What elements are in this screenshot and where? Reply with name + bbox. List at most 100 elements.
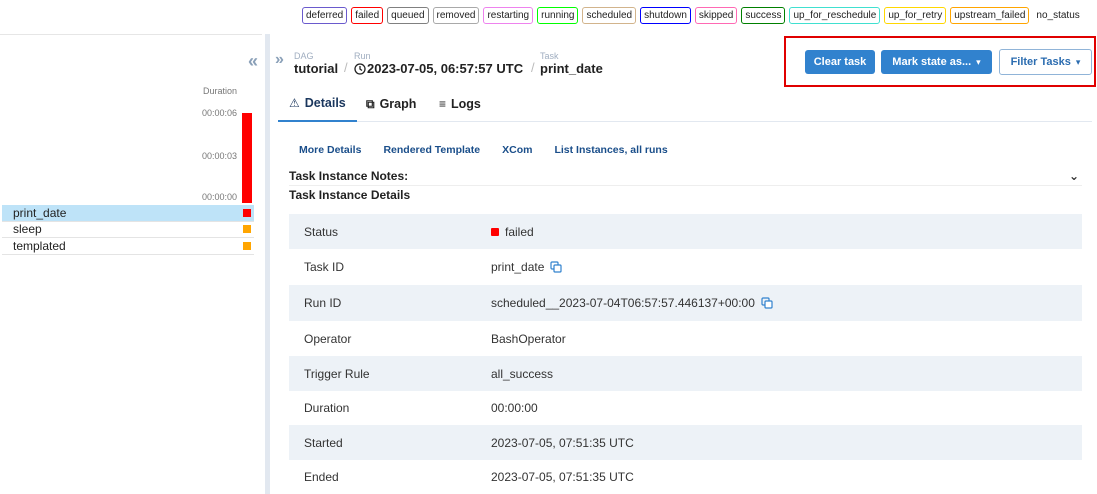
details-section-title: Task Instance Details	[289, 188, 411, 202]
rendered-template-link[interactable]: Rendered Template	[383, 144, 480, 156]
breadcrumb-run-value: 2023-07-05, 06:57:57 UTC	[367, 61, 524, 76]
detail-value: 00:00:00	[491, 401, 538, 415]
breadcrumb-dag-label: DAG	[294, 51, 314, 61]
legend-restarting[interactable]: restarting	[483, 7, 534, 24]
legend-scheduled[interactable]: scheduled	[582, 7, 637, 24]
grid-panel: « Duration 00:00:06 00:00:03 00:00:00 pr…	[0, 34, 262, 494]
duration-tick-min: 00:00:00	[202, 192, 238, 202]
legend-running[interactable]: running	[537, 7, 579, 24]
detail-key: Task ID	[304, 260, 345, 274]
duration-axis-title: Duration	[203, 86, 238, 96]
breadcrumb-run[interactable]: Run 2023-07-05, 06:57:57 UTC	[354, 51, 523, 76]
detail-key: Operator	[304, 331, 352, 346]
detail-value: BashOperator	[491, 331, 566, 346]
detail-row-trigger-rule: Trigger Rule all_success	[289, 356, 1082, 391]
duration-tick-max: 00:00:06	[202, 108, 238, 118]
task-instance-status-square[interactable]	[243, 208, 251, 217]
detail-value: 2023-07-05, 07:51:35 UTC	[491, 470, 634, 484]
run-duration-bar[interactable]	[242, 113, 252, 203]
detail-key: Started	[304, 435, 343, 450]
breadcrumb-separator: /	[344, 60, 348, 75]
breadcrumb-dag[interactable]: DAG tutorial	[294, 51, 338, 76]
copy-icon[interactable]	[761, 297, 773, 309]
task-row-templated[interactable]: templated	[2, 238, 254, 255]
xcom-link[interactable]: XCom	[502, 144, 532, 156]
tab-logs[interactable]: ≡ Logs	[439, 86, 481, 122]
detail-value: 2023-07-05, 07:51:35 UTC	[491, 435, 634, 450]
caret-down-icon: ▾	[1075, 56, 1081, 67]
breadcrumb-run-label: Run	[354, 51, 371, 61]
breadcrumb-dag-value: tutorial	[294, 61, 339, 76]
task-instance-details-table: Status failed Task ID print_date Run ID …	[289, 214, 1082, 494]
graph-icon: ⧉	[366, 96, 375, 111]
chevron-down-icon[interactable]: ⌄	[1069, 169, 1079, 183]
copy-icon[interactable]	[550, 261, 562, 273]
clear-task-label: Clear task	[813, 56, 867, 68]
legend-skipped[interactable]: skipped	[694, 7, 738, 24]
breadcrumb-task-label: Task	[540, 51, 559, 61]
task-row-sleep[interactable]: sleep	[2, 222, 254, 238]
breadcrumb-separator: /	[531, 60, 535, 75]
task-name: templated	[13, 238, 66, 253]
detail-key: Run ID	[304, 296, 342, 310]
breadcrumb-task-value: print_date	[540, 61, 603, 76]
clear-task-button[interactable]: Clear task	[805, 50, 875, 74]
breadcrumb-task[interactable]: Task print_date	[540, 51, 603, 76]
tab-label: Graph	[379, 97, 417, 111]
task-instance-notes[interactable]: Task Instance Notes: ⌄	[289, 169, 1082, 186]
legend-failed[interactable]: failed	[351, 7, 384, 24]
detail-key: Duration	[304, 401, 350, 415]
mark-state-label: Mark state as...	[892, 56, 972, 68]
caret-down-icon: ▾	[976, 56, 981, 67]
filter-tasks-button[interactable]: Filter Tasks ▾	[999, 49, 1092, 75]
list-instances-link[interactable]: List Instances, all runs	[554, 144, 667, 156]
tab-label: Details	[304, 96, 346, 110]
duration-bar-area	[241, 113, 253, 203]
detail-row-operator: Operator BashOperator	[289, 321, 1082, 356]
legend-no-status[interactable]: no_status	[1033, 8, 1082, 23]
detail-key: Ended	[304, 470, 339, 484]
state-legend: deferred failed queued removed restartin…	[302, 7, 1083, 24]
legend-queued[interactable]: queued	[387, 7, 429, 24]
task-name: sleep	[13, 222, 42, 237]
more-details-link[interactable]: More Details	[299, 144, 361, 156]
panel-resize-handle[interactable]	[265, 34, 270, 494]
legend-up-for-reschedule[interactable]: up_for_reschedule	[789, 7, 881, 24]
clock-icon	[354, 62, 366, 75]
mark-state-button[interactable]: Mark state as... ▾	[881, 50, 992, 74]
detail-row-task-id: Task ID print_date	[289, 249, 1082, 285]
task-instance-status-square[interactable]	[243, 241, 251, 250]
detail-row-started: Started 2023-07-05, 07:51:35 UTC	[289, 425, 1082, 460]
detail-row-duration: Duration 00:00:00	[289, 391, 1082, 425]
task-name: print_date	[13, 205, 67, 220]
legend-up-for-retry[interactable]: up_for_retry	[884, 7, 947, 24]
task-row-print-date[interactable]: print_date	[2, 205, 254, 222]
detail-value: all_success	[491, 366, 554, 381]
detail-row-run-id: Run ID scheduled__2023-07-04T06:57:57.44…	[289, 285, 1082, 321]
detail-value: failed	[505, 224, 534, 239]
legend-deferred[interactable]: deferred	[302, 7, 348, 24]
task-instance-status-square[interactable]	[243, 225, 251, 234]
legend-success[interactable]: success	[741, 7, 786, 24]
detail-key: Trigger Rule	[304, 366, 370, 381]
tab-label: Logs	[451, 97, 481, 111]
detail-value: print_date	[491, 260, 545, 274]
detail-row-status: Status failed	[289, 214, 1082, 249]
task-sublinks: More Details Rendered Template XCom List…	[299, 144, 668, 156]
notes-label: Task Instance Notes:	[289, 169, 409, 183]
duration-tick-mid: 00:00:03	[202, 151, 238, 161]
logs-icon: ≡	[439, 97, 447, 111]
detail-value: scheduled__2023-07-04T06:57:57.446137+00…	[491, 296, 755, 310]
legend-removed[interactable]: removed	[432, 7, 480, 24]
tab-details[interactable]: ⚠ Details	[278, 86, 357, 122]
failed-status-icon	[491, 227, 499, 236]
collapse-grid-icon[interactable]: «	[248, 52, 258, 70]
legend-shutdown[interactable]: shutdown	[640, 7, 691, 24]
detail-key: Status	[304, 224, 339, 239]
task-list: print_date sleep templated	[2, 205, 254, 255]
filter-tasks-label: Filter Tasks	[1010, 56, 1071, 68]
legend-upstream-failed[interactable]: upstream_failed	[950, 7, 1030, 24]
details-tabs: ⚠ Details ⧉ Graph ≡ Logs	[278, 86, 1092, 122]
expand-details-icon[interactable]: »	[275, 51, 284, 69]
tab-graph[interactable]: ⧉ Graph	[366, 86, 416, 122]
